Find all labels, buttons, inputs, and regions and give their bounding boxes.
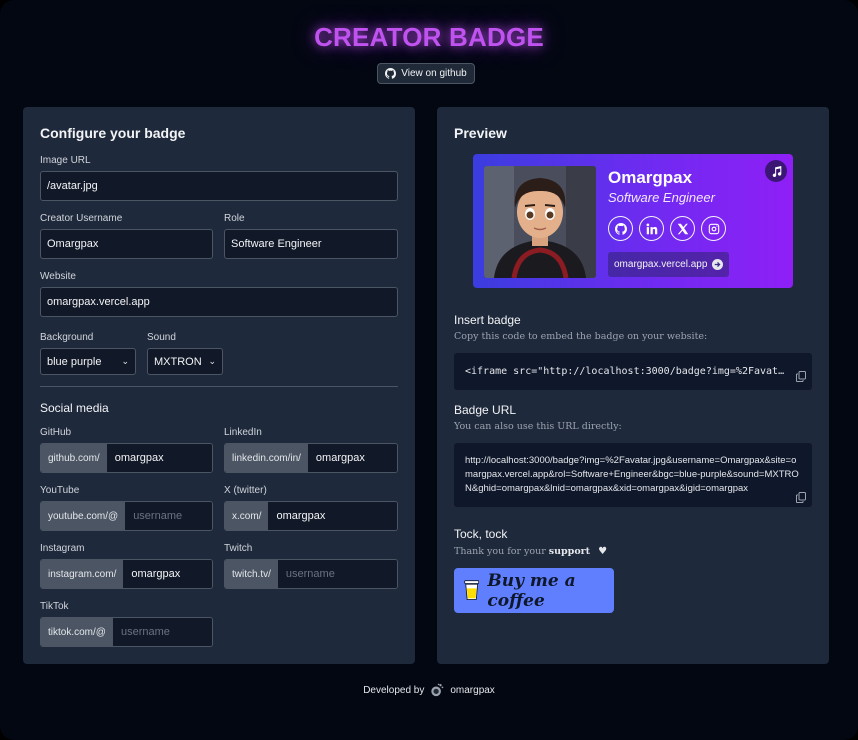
tiktok-prefix: tiktok.com/@	[41, 618, 113, 646]
configure-heading: Configure your badge	[40, 125, 186, 141]
github-icon	[614, 222, 627, 235]
badge-website-link[interactable]: omargpax.vercel.app	[608, 252, 730, 277]
badge-github-link[interactable]	[608, 216, 633, 241]
role-input[interactable]	[224, 229, 398, 259]
instagram-icon	[708, 223, 719, 234]
x-prefix: x.com/	[225, 502, 269, 530]
copy-url-button[interactable]	[796, 488, 806, 503]
insert-badge-subtitle: Copy this code to embed the badge on you…	[454, 331, 708, 342]
tock-subtitle: Thank you for your support ♥	[454, 546, 607, 557]
linkedin-label: LinkedIn	[224, 427, 262, 438]
chevron-down-icon: ⌄	[208, 356, 216, 366]
github-prefix: github.com/	[41, 444, 107, 472]
role-label: Role	[224, 213, 245, 224]
insert-badge-heading: Insert badge	[454, 313, 521, 327]
username-input[interactable]	[40, 229, 213, 259]
linkedin-field: linkedin.com/in/	[224, 443, 398, 473]
badge-url: http://localhost:3000/badge?img=%2Favata…	[465, 455, 799, 494]
x-label: X (twitter)	[224, 485, 267, 496]
image-url-label: Image URL	[40, 155, 91, 166]
tiktok-input[interactable]	[112, 618, 212, 646]
coffee-label: Buy me a coffee	[487, 570, 576, 611]
badge-x-link[interactable]	[670, 216, 695, 241]
badge-name: Omargpax	[608, 168, 693, 187]
preview-heading: Preview	[454, 125, 507, 141]
avatar	[484, 166, 596, 278]
github-field: github.com/	[40, 443, 213, 473]
youtube-input[interactable]	[125, 502, 212, 530]
badge-website: omargpax.vercel.app	[614, 259, 708, 270]
footer-prefix: Developed by	[363, 684, 425, 696]
sound-select[interactable]: MXTRON ⌄	[147, 348, 223, 375]
chevron-down-icon: ⌄	[121, 356, 129, 366]
badge-url-heading: Badge URL	[454, 403, 517, 417]
username-label: Creator Username	[40, 213, 123, 224]
copy-icon	[796, 492, 806, 503]
tiktok-field: tiktok.com/@	[40, 617, 213, 647]
badge-social-icons	[608, 216, 726, 241]
background-label: Background	[40, 332, 94, 343]
twitch-input[interactable]	[277, 560, 397, 588]
page-title: CREATOR BADGE	[314, 22, 544, 52]
youtube-prefix: youtube.com/@	[41, 502, 126, 530]
arrow-right-circle-icon	[712, 259, 724, 270]
github-button-label: View on github	[401, 68, 467, 79]
background-value: blue purple	[47, 355, 102, 368]
twitch-prefix: twitch.tv/	[225, 560, 278, 588]
coffee-cup-icon	[464, 580, 480, 601]
sound-label: Sound	[147, 332, 176, 343]
tiktok-label: TikTok	[40, 601, 69, 612]
badge-preview[interactable]: Omargpax Software Engineer omargpax.verc…	[473, 154, 793, 288]
badge-url-subtitle: You can also use this URL directly:	[454, 421, 622, 432]
x-input[interactable]	[268, 502, 397, 530]
support-link[interactable]: support	[549, 546, 590, 557]
twitch-field: twitch.tv/	[224, 559, 398, 589]
author-logo-icon	[431, 683, 444, 697]
badge-instagram-link[interactable]	[701, 216, 726, 241]
linkedin-input[interactable]	[307, 444, 397, 472]
background-select[interactable]: blue purple ⌄	[40, 348, 136, 375]
embed-code-box[interactable]: <iframe src="http://localhost:3000/badge…	[454, 353, 812, 390]
sound-toggle-button[interactable]	[765, 160, 787, 182]
buy-me-a-coffee-button[interactable]: Buy me a coffee	[454, 568, 614, 613]
copy-icon	[796, 371, 806, 382]
website-input[interactable]	[40, 287, 398, 317]
badge-linkedin-link[interactable]	[639, 216, 664, 241]
configure-panel: Configure your badge Image URL Creator U…	[23, 107, 415, 664]
x-icon	[677, 223, 688, 234]
linkedin-icon	[646, 223, 657, 234]
twitch-label: Twitch	[224, 543, 253, 554]
youtube-label: YouTube	[40, 485, 80, 496]
instagram-prefix: instagram.com/	[41, 560, 124, 588]
image-url-input[interactable]	[40, 171, 398, 201]
tock-sub-prefix: Thank you for your	[454, 546, 546, 557]
github-label: GitHub	[40, 427, 72, 438]
github-icon	[385, 68, 397, 79]
sound-value: MXTRON	[154, 355, 202, 368]
x-field: x.com/	[224, 501, 398, 531]
footer: Developed by omargpax	[0, 683, 858, 697]
footer-author-link[interactable]: omargpax	[450, 685, 494, 696]
github-input[interactable]	[106, 444, 212, 472]
divider	[40, 386, 398, 387]
music-icon	[772, 165, 781, 177]
badge-role: Software Engineer	[608, 190, 715, 205]
instagram-field: instagram.com/	[40, 559, 213, 589]
view-on-github-button[interactable]: View on github	[377, 63, 475, 84]
instagram-label: Instagram	[40, 543, 85, 554]
embed-code: <iframe src="http://localhost:3000/badge…	[465, 366, 789, 377]
badge-url-box[interactable]: http://localhost:3000/badge?img=%2Favata…	[454, 443, 812, 507]
linkedin-prefix: linkedin.com/in/	[225, 444, 308, 472]
website-label: Website	[40, 271, 76, 282]
tock-heading: Tock, tock	[454, 527, 508, 541]
copy-embed-button[interactable]	[796, 367, 806, 382]
preview-panel: Preview Omargpax Software Engineer omarg…	[437, 107, 829, 664]
instagram-input[interactable]	[123, 560, 212, 588]
app-frame: CREATOR BADGE View on github Configure y…	[0, 0, 858, 740]
heart-icon: ♥	[598, 546, 608, 557]
youtube-field: youtube.com/@	[40, 501, 213, 531]
social-media-heading: Social media	[40, 401, 109, 415]
